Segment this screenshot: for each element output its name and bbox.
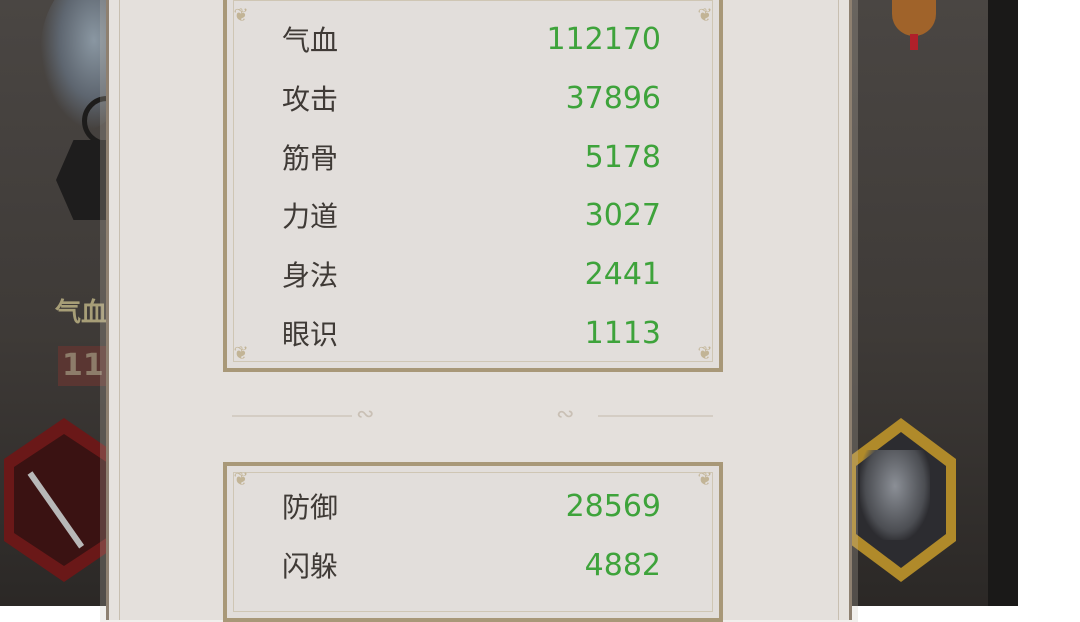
stat-row: 筋骨 5178 [282, 137, 661, 177]
stat-row: 气血 112170 [282, 19, 661, 59]
stat-row: 力道 3027 [282, 195, 661, 235]
stat-value: 28569 [565, 488, 661, 524]
stat-value: 4882 [584, 547, 661, 583]
stat-row: 闪躲 4882 [282, 545, 661, 585]
flourish-ornament-icon: ❦ [697, 469, 713, 490]
stat-name: 攻击 [282, 83, 339, 116]
stat-value: 37896 [565, 80, 661, 116]
stat-box-primary: ❦ ❦ ❦ ❦ 气血 112170 攻击 37896 筋骨 5178 力道 30… [223, 0, 723, 372]
flourish-ornament-icon: ❦ [697, 5, 713, 26]
stat-box-secondary: ❦ ❦ 防御 28569 闪躲 4882 [223, 462, 723, 622]
flourish-ornament-icon: ❦ [233, 469, 249, 490]
stat-name: 气血 [282, 24, 339, 57]
background-hp-label: 气血 [55, 298, 108, 328]
flourish-ornament-icon: ❦ [233, 5, 249, 26]
stat-value: 3027 [584, 197, 661, 233]
stat-row: 防御 28569 [282, 486, 661, 526]
stat-row: 攻击 37896 [282, 78, 661, 118]
divider-line-right [598, 415, 713, 417]
stat-row: 身法 2441 [282, 254, 661, 294]
flourish-ornament-icon: ❦ [697, 343, 713, 364]
tassel-string [910, 34, 918, 50]
stat-name: 身法 [282, 259, 339, 292]
flourish-ornament-icon: ∾ [556, 402, 575, 427]
elephant-mount-icon [860, 450, 930, 540]
right-edge-strip [988, 0, 1018, 606]
flourish-ornament-icon: ❦ [233, 343, 249, 364]
stat-name: 筋骨 [282, 142, 339, 175]
stat-name: 力道 [282, 200, 339, 233]
divider-line-left [232, 415, 352, 417]
stat-value: 2441 [584, 256, 661, 292]
stat-value: 112170 [546, 21, 661, 57]
tassel-ornament-icon [892, 0, 936, 36]
stat-name: 防御 [282, 491, 339, 524]
stat-name: 闪躲 [282, 550, 339, 583]
stat-row: 眼识 1113 [282, 313, 661, 353]
stat-name: 眼识 [282, 318, 339, 351]
flourish-ornament-icon: ∾ [356, 402, 375, 427]
stat-value: 1113 [584, 315, 661, 351]
stat-value: 5178 [584, 139, 661, 175]
